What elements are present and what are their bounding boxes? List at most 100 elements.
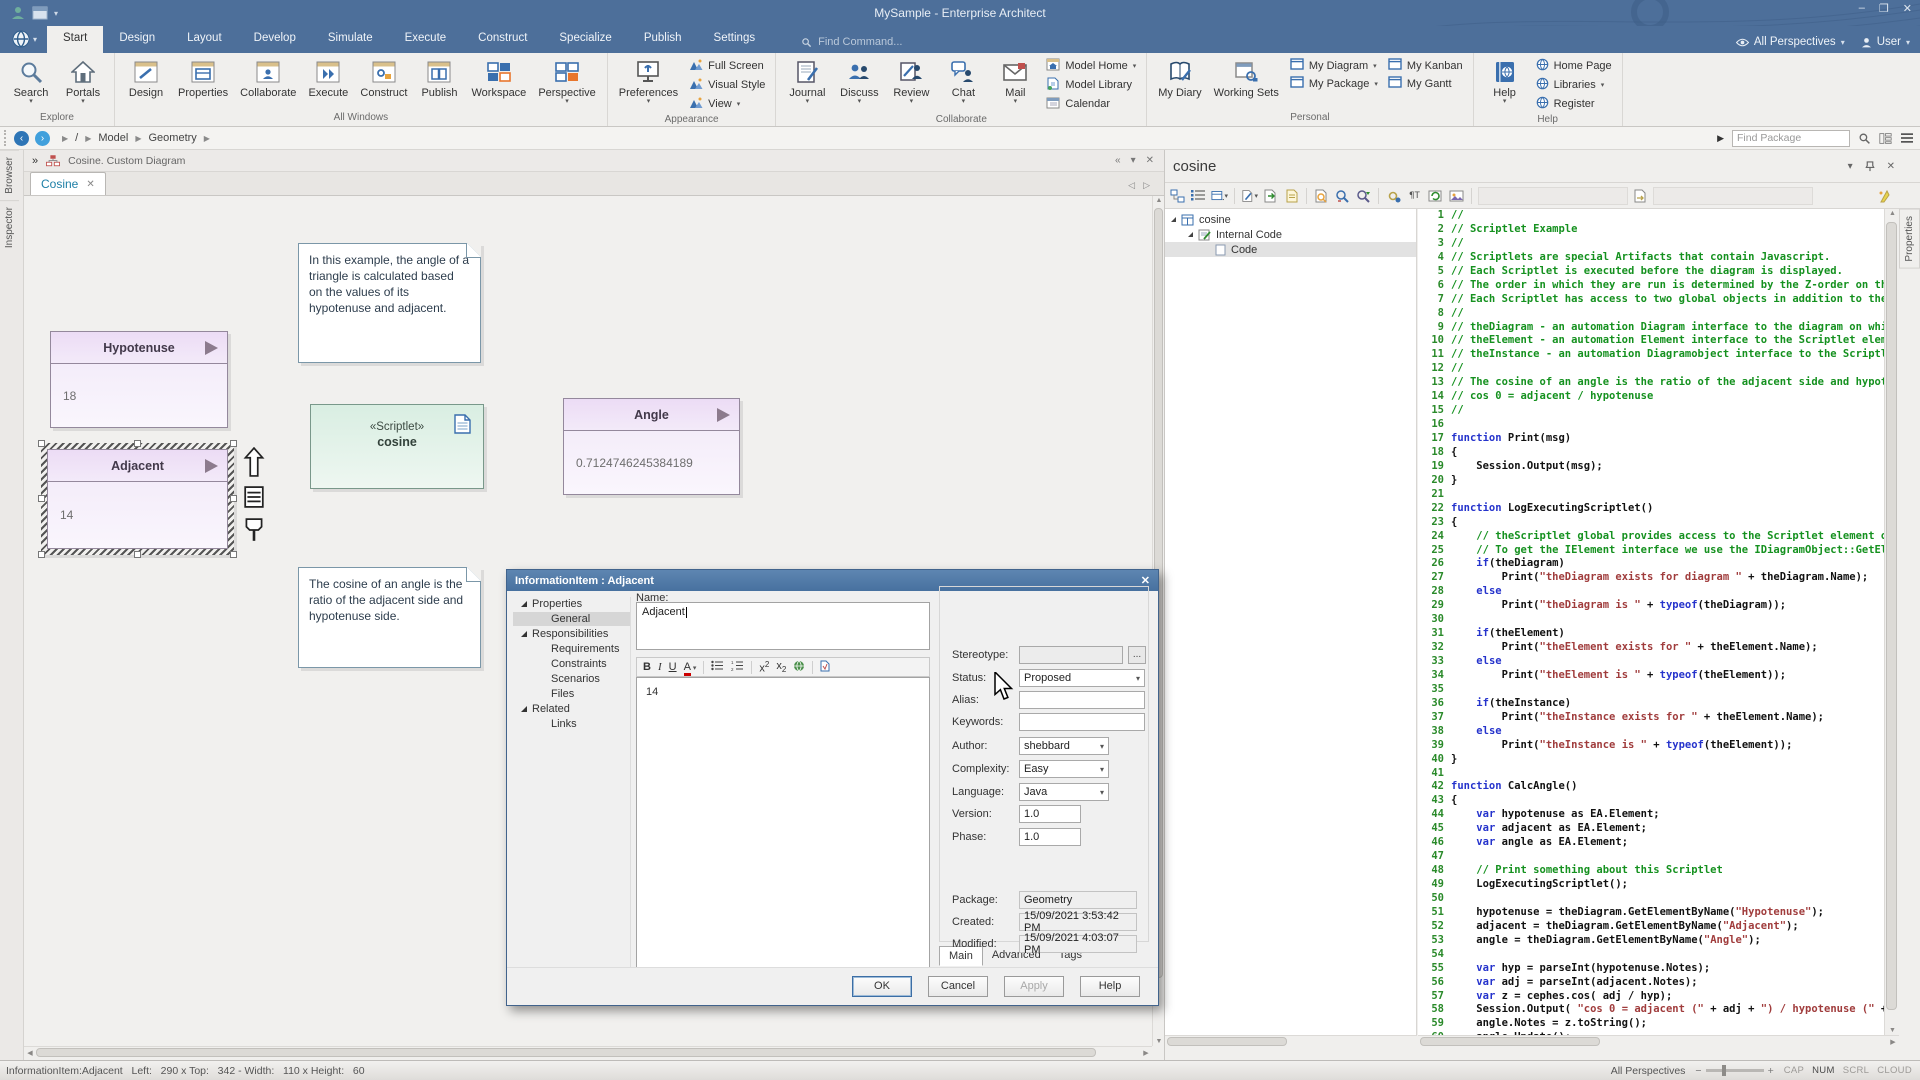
author-field[interactable]: shebbard▾ <box>1019 737 1109 755</box>
name-field[interactable]: Adjacent <box>636 602 930 650</box>
ribbon-tab-construct[interactable]: Construct <box>462 26 543 53</box>
find-package-input[interactable] <box>1732 130 1850 147</box>
image-icon[interactable] <box>1448 188 1465 204</box>
my-diary-button[interactable]: My Diary <box>1153 56 1206 112</box>
cancel-button[interactable]: Cancel <box>928 976 988 997</box>
options-icon[interactable] <box>1385 188 1402 204</box>
chat-button[interactable]: Chat▾ <box>938 56 988 114</box>
search-package-icon[interactable] <box>1858 132 1871 145</box>
code-tree-item-code[interactable]: Code <box>1165 242 1416 257</box>
dialog-tree-item-files[interactable]: Files <box>513 687 630 701</box>
find-next-icon[interactable] <box>1355 188 1372 204</box>
features-list-icon[interactable] <box>243 486 265 508</box>
discuss-button[interactable]: Discuss▾ <box>834 56 884 114</box>
find-command-input[interactable] <box>818 36 948 48</box>
search-options-icon[interactable] <box>1879 132 1892 145</box>
browser-vertical-tab[interactable]: Browser <box>0 150 19 200</box>
tree-expander-icon[interactable] <box>521 601 527 607</box>
import-code-icon[interactable] <box>1262 188 1279 204</box>
perspectives-button[interactable]: All Perspectives▾ <box>1736 36 1845 48</box>
code-tree-item-cosine[interactable]: cosine <box>1165 212 1416 227</box>
ribbon-tab-layout[interactable]: Layout <box>171 26 238 53</box>
keywords-field[interactable] <box>1019 713 1145 731</box>
resize-handle[interactable] <box>38 551 45 558</box>
journal-button[interactable]: Journal▾ <box>782 56 832 114</box>
breadcrumb-item[interactable]: / <box>75 132 78 144</box>
font-color-button[interactable]: A ▾ <box>684 661 697 673</box>
nav-back-button[interactable]: ‹ <box>14 131 29 146</box>
code-horizontal-scrollbar[interactable]: ▶ <box>1418 1035 1899 1048</box>
model-library-button[interactable]: Model Library <box>1046 77 1136 93</box>
libraries-button[interactable]: Libraries▾ <box>1536 77 1612 93</box>
pin-panel-icon[interactable] <box>1865 161 1875 172</box>
breadcrumb-item[interactable]: Model <box>98 132 128 144</box>
list-view-icon[interactable] <box>1190 188 1207 204</box>
dialog-tree-item-responsibilities[interactable]: Responsibilities <box>513 627 630 641</box>
version-field[interactable]: 1.0 <box>1019 805 1081 823</box>
minimize-button[interactable]: – <box>1859 2 1865 15</box>
dialog-tree-item-scenarios[interactable]: Scenarios <box>513 672 630 686</box>
tree-expander-icon[interactable] <box>1171 217 1176 222</box>
subscript-button[interactable]: x2 <box>776 660 786 674</box>
ok-button[interactable]: OK <box>852 976 912 997</box>
dialog-tree-item-requirements[interactable]: Requirements <box>513 642 630 656</box>
portals-button[interactable]: Portals▾ <box>58 56 108 112</box>
publish-button[interactable]: Publish <box>414 56 464 112</box>
ribbon-tab-publish[interactable]: Publish <box>628 26 698 53</box>
element-hypotenuse[interactable]: Hypotenuse 18 <box>50 331 228 428</box>
visual-style-button[interactable]: Visual Style <box>689 77 765 93</box>
find-in-document-icon[interactable] <box>1313 188 1330 204</box>
caption-close-icon[interactable]: ✕ <box>1146 155 1154 166</box>
nav-forward-button[interactable]: › <box>35 131 50 146</box>
search-button[interactable]: Search▾ <box>6 56 56 112</box>
superscript-button[interactable]: x2 <box>759 660 769 675</box>
numbered-list-button[interactable]: 12 <box>731 660 744 674</box>
design-button[interactable]: Design <box>121 56 171 112</box>
resize-handle[interactable] <box>230 440 237 447</box>
ribbon-tab-specialize[interactable]: Specialize <box>543 26 627 53</box>
properties-vertical-tab[interactable]: Properties <box>1899 209 1920 269</box>
collapse-left-icon[interactable]: « <box>1115 155 1121 166</box>
dialog-tree-item-related[interactable]: Related <box>513 702 630 716</box>
panel-close-icon[interactable]: ✕ <box>1887 161 1895 172</box>
breadcrumb-item[interactable]: Geometry <box>149 132 197 144</box>
resize-handle[interactable] <box>230 495 237 502</box>
my-kanban-button[interactable]: My Kanban <box>1388 58 1463 73</box>
dialog-tree-item-general[interactable]: General <box>513 612 630 626</box>
resize-handle[interactable] <box>38 440 45 447</box>
tree-expander-icon[interactable] <box>521 631 527 637</box>
tree-expander-icon[interactable] <box>1188 232 1193 237</box>
zoom-slider[interactable]: −+ <box>1695 1065 1773 1077</box>
my-diagram-button[interactable]: My Diagram▾ <box>1290 58 1378 73</box>
find-command[interactable] <box>801 36 948 48</box>
notes-field[interactable]: 14 <box>636 677 930 968</box>
code-editor[interactable]: 1//2// Scriptlet Example3//4// Scriptlet… <box>1418 209 1884 1035</box>
full-screen-button[interactable]: Full Screen <box>689 58 765 74</box>
whitespace-icon[interactable]: ¶T <box>1406 188 1423 204</box>
document-icon[interactable] <box>1283 188 1300 204</box>
element-adjacent[interactable]: Adjacent 14 <box>47 449 228 549</box>
edit-code-icon[interactable]: ▾ <box>1241 188 1258 204</box>
mail-button[interactable]: Mail▾ <box>990 56 1040 114</box>
stereotype-browse-button[interactable]: ... <box>1128 646 1146 664</box>
complexity-field[interactable]: Easy▾ <box>1019 760 1109 778</box>
bullet-list-button[interactable] <box>711 660 724 674</box>
ribbon-tab-develop[interactable]: Develop <box>238 26 312 53</box>
perspective-button[interactable]: Perspective▾ <box>533 56 600 112</box>
code-vertical-scrollbar[interactable]: ▲ ▼ <box>1884 209 1899 1035</box>
alias-field[interactable] <box>1019 691 1145 709</box>
language-field[interactable]: Java▾ <box>1019 783 1109 801</box>
hyperlink-button[interactable] <box>793 660 805 675</box>
ribbon-tab-execute[interactable]: Execute <box>389 26 463 53</box>
move-up-icon[interactable] <box>243 447 265 477</box>
model-home-button[interactable]: Model Home▾ <box>1046 58 1136 74</box>
status-field[interactable]: Proposed▾ <box>1019 669 1145 687</box>
element-angle[interactable]: Angle 0.7124746245384189 <box>563 398 740 495</box>
modified-field[interactable]: 15/09/2021 4:03:07 PM <box>1019 935 1137 953</box>
working-sets-button[interactable]: Working Sets <box>1209 56 1284 112</box>
resize-handle[interactable] <box>134 551 141 558</box>
ribbon-tab-settings[interactable]: Settings <box>698 26 772 53</box>
close-button[interactable]: ✕ <box>1903 2 1912 15</box>
collaborate-button[interactable]: Collaborate <box>235 56 301 112</box>
created-field[interactable]: 15/09/2021 3:53:42 PM <box>1019 913 1137 931</box>
